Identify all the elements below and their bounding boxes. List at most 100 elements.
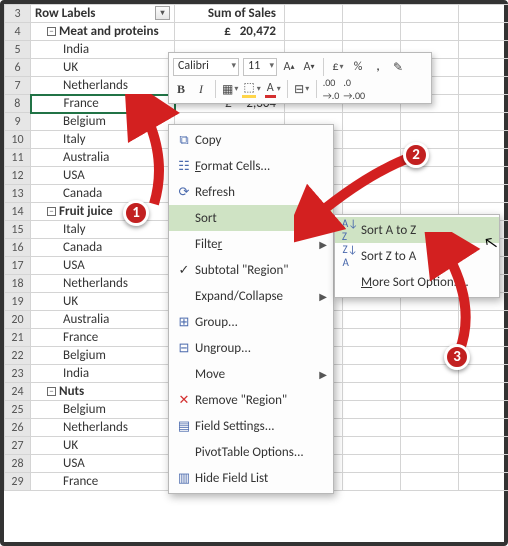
comma-icon[interactable]: , [370, 58, 386, 76]
menu-hide-field-list[interactable]: ▥Hide Field List [169, 465, 333, 491]
menu-filter[interactable]: Filter▶ [169, 231, 333, 257]
row-header[interactable]: 23 [5, 365, 31, 383]
cell[interactable] [343, 167, 401, 185]
cell[interactable] [459, 311, 508, 329]
menu-expand-collapse[interactable]: Expand/Collapse▶ [169, 283, 333, 309]
cell[interactable] [343, 329, 401, 347]
menu-field-settings[interactable]: ▤Field Settings... [169, 413, 333, 439]
menu-remove[interactable]: ✕Remove "Region" [169, 387, 333, 413]
cell[interactable] [401, 455, 459, 473]
pivot-item[interactable]: France [31, 329, 175, 347]
pivot-item[interactable]: Netherlands [31, 77, 175, 95]
cell[interactable] [401, 5, 459, 23]
row-header[interactable]: 27 [5, 437, 31, 455]
cell[interactable] [401, 23, 459, 41]
fill-color-icon[interactable]: ⬚ [242, 80, 260, 98]
row-header[interactable]: 24 [5, 383, 31, 401]
row-header[interactable]: 14 [5, 203, 31, 221]
cell[interactable] [459, 23, 508, 41]
menu-sort[interactable]: Sort▶ [169, 205, 333, 231]
row-header[interactable]: 11 [5, 149, 31, 167]
menu-more-sort-options[interactable]: More Sort Options... [335, 269, 499, 295]
row-header[interactable]: 28 [5, 455, 31, 473]
menu-format-cells[interactable]: ☷FFormat Cells...ormat Cells... [169, 153, 333, 179]
cell[interactable] [343, 311, 401, 329]
row-header[interactable]: 10 [5, 131, 31, 149]
row-header[interactable]: 19 [5, 293, 31, 311]
cell[interactable] [459, 419, 508, 437]
cell[interactable] [343, 113, 401, 131]
pivot-item[interactable]: India [31, 365, 175, 383]
percent-icon[interactable]: % [350, 58, 366, 76]
row-header[interactable]: 8 [5, 95, 31, 113]
menu-pivottable-options[interactable]: PivotTable Options... [169, 439, 333, 465]
row-header[interactable]: 20 [5, 311, 31, 329]
row-header[interactable]: 13 [5, 185, 31, 203]
pivot-item[interactable]: UK [31, 59, 175, 77]
decrease-font-icon[interactable]: A▾ [301, 58, 317, 76]
row-header[interactable]: 6 [5, 59, 31, 77]
cell[interactable] [401, 401, 459, 419]
menu-sort-ztoa[interactable]: Z↓ASort Z to A [335, 243, 499, 269]
menu-refresh[interactable]: ⟳Refresh [169, 179, 333, 205]
borders-icon[interactable]: ▦ [222, 80, 238, 98]
row-header[interactable]: 29 [5, 473, 31, 491]
pivot-item[interactable]: Canada [31, 185, 175, 203]
format-painter-icon[interactable]: ✎ [390, 58, 406, 76]
cell[interactable] [401, 311, 459, 329]
cell[interactable] [343, 131, 401, 149]
cell[interactable] [459, 365, 508, 383]
pivot-item[interactable]: USA [31, 455, 175, 473]
cell[interactable] [401, 383, 459, 401]
row-header[interactable]: 4 [5, 23, 31, 41]
cell[interactable] [401, 167, 459, 185]
pivot-item[interactable]: France [31, 95, 175, 113]
row-header[interactable]: 25 [5, 401, 31, 419]
pivot-group[interactable]: −Meat and proteins [31, 23, 175, 41]
italic-button[interactable]: I [193, 80, 209, 98]
menu-ungroup[interactable]: ⊟Ungroup... [169, 335, 333, 361]
cell[interactable] [401, 419, 459, 437]
increase-decimal-icon[interactable]: .0→.00 [343, 80, 365, 98]
cell[interactable] [459, 77, 508, 95]
row-header[interactable]: 7 [5, 77, 31, 95]
pivot-group[interactable]: −Fruit juice [31, 203, 175, 221]
cell[interactable] [343, 473, 401, 491]
cell[interactable] [459, 41, 508, 59]
row-header[interactable]: 15 [5, 221, 31, 239]
row-header[interactable]: 12 [5, 167, 31, 185]
accounting-format-icon[interactable]: £ [330, 58, 346, 76]
cell[interactable] [459, 113, 508, 131]
row-header[interactable]: 5 [5, 41, 31, 59]
pivot-item[interactable]: Netherlands [31, 275, 175, 293]
font-family-select[interactable]: Calibri [173, 58, 239, 76]
row-header[interactable]: 3 [5, 5, 31, 23]
cell[interactable] [459, 95, 508, 113]
cell[interactable] [459, 185, 508, 203]
pivot-row-labels-header[interactable]: Row Labels▾ [31, 5, 175, 23]
merge-icon[interactable]: ⊟ [294, 80, 310, 98]
pivot-item[interactable]: USA [31, 257, 175, 275]
row-header[interactable]: 22 [5, 347, 31, 365]
cell[interactable] [401, 437, 459, 455]
cell[interactable] [343, 23, 401, 41]
cell[interactable] [459, 383, 508, 401]
pivot-item[interactable]: Belgium [31, 347, 175, 365]
cell[interactable] [343, 149, 401, 167]
cell[interactable] [401, 113, 459, 131]
font-size-select[interactable]: 11 [243, 58, 277, 76]
cell[interactable] [459, 5, 508, 23]
menu-group[interactable]: ⊞Group... [169, 309, 333, 335]
row-header[interactable]: 21 [5, 329, 31, 347]
decrease-decimal-icon[interactable]: .00→.0 [323, 80, 340, 98]
pivot-item[interactable]: Canada [31, 239, 175, 257]
cell[interactable] [459, 167, 508, 185]
font-color-icon[interactable]: A [265, 80, 281, 98]
row-header[interactable]: 18 [5, 275, 31, 293]
cell[interactable] [343, 365, 401, 383]
cell[interactable] [459, 455, 508, 473]
collapse-icon[interactable]: − [47, 207, 56, 216]
menu-copy[interactable]: ⧉Copy [169, 127, 333, 153]
cell[interactable] [401, 329, 459, 347]
cell[interactable] [459, 329, 508, 347]
